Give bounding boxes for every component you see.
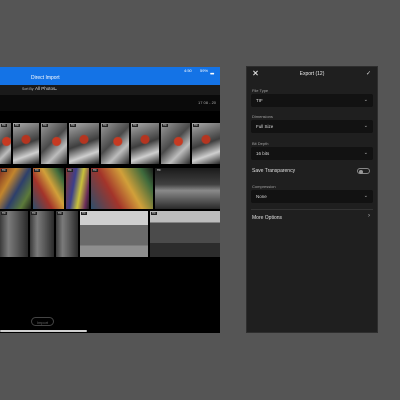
file-type-value: TIF <box>256 98 263 103</box>
dimensions-label: Dimensions <box>252 114 273 119</box>
photo-thumbnail[interactable]: TIF <box>91 168 153 209</box>
file-type-label: File Type <box>252 88 269 93</box>
file-type-badge: TIF <box>151 212 157 215</box>
bit-depth-value: 16 bits <box>256 151 270 156</box>
photo-thumbnail[interactable]: TIF <box>41 123 67 164</box>
direct-import-title: Direct Import <box>31 75 60 81</box>
chevron-right-icon[interactable]: › <box>368 213 370 219</box>
photo-thumbnail[interactable]: TIF <box>155 168 220 209</box>
photo-thumbnail[interactable]: TIF <box>13 123 39 164</box>
file-type-badge: TIF <box>102 124 108 127</box>
file-type-badge: TIF <box>1 169 7 172</box>
photo-thumbnail[interactable]: TIF <box>33 168 64 209</box>
toggle-knob <box>359 169 363 174</box>
photo-thumbnail[interactable]: TIF <box>150 211 220 257</box>
check-icon[interactable]: ✓ <box>366 70 371 77</box>
bit-depth-label: Bit Depth <box>252 141 269 146</box>
export-panel: Export (12) ✓ File Type TIF ⌄ Dimensions… <box>246 66 378 333</box>
date-group-label: 17 08 - 20 <box>198 100 217 105</box>
export-header: Export (12) ✓ <box>247 67 377 83</box>
photo-thumbnail[interactable]: TIF <box>0 211 28 257</box>
compression-value: None <box>256 194 267 199</box>
file-type-badge: TIF <box>1 124 7 127</box>
export-title: Export (12) <box>299 71 325 77</box>
photo-thumbnail[interactable]: TIF <box>192 123 220 164</box>
chevron-down-icon: ⌄ <box>363 123 368 129</box>
file-type-badge: TIF <box>92 169 98 172</box>
import-button[interactable]: Import <box>31 317 54 326</box>
chevron-down-icon: ⌄ <box>363 97 368 103</box>
photo-thumbnail[interactable]: TIF <box>0 123 11 164</box>
tablet-screen: Direct Import 4:50 59% ••• Sort By All P… <box>0 67 220 333</box>
file-type-badge: TIF <box>162 124 168 127</box>
dimensions-value: Full Size <box>256 124 274 129</box>
filter-label: Sort By <box>22 87 34 91</box>
file-type-badge: TIF <box>156 169 162 172</box>
photo-thumbnail[interactable]: TIF <box>131 123 159 164</box>
photo-thumbnail[interactable]: TIF <box>30 211 54 257</box>
file-type-badge: TIF <box>1 212 7 215</box>
file-type-badge: TIF <box>67 169 73 172</box>
file-type-select[interactable]: TIF ⌄ <box>251 94 373 107</box>
compression-select[interactable]: None ⌄ <box>251 190 373 203</box>
save-transparency-toggle[interactable] <box>357 168 370 174</box>
more-options-link[interactable]: More Options <box>252 215 282 221</box>
file-type-badge: TIF <box>31 212 37 215</box>
app-header-bar: Direct Import 4:50 59% ••• <box>0 67 220 85</box>
photo-grid: TIF TIF TIF TIF TIF TIF TIF TIF TIF TIF … <box>0 123 220 259</box>
more-horizontal-icon[interactable]: ••• <box>210 72 214 78</box>
filter-dropdown[interactable]: All Photos <box>35 86 55 91</box>
divider <box>251 209 373 210</box>
status-time: 4:50 <box>184 68 192 73</box>
file-type-badge: TIF <box>14 124 20 127</box>
photo-thumbnail[interactable]: TIF <box>66 168 89 209</box>
photo-thumbnail[interactable]: TIF <box>0 168 31 209</box>
file-type-badge: TIF <box>81 212 87 215</box>
bit-depth-select[interactable]: 16 bits ⌄ <box>251 147 373 160</box>
compression-label: Compression <box>252 184 276 189</box>
chevron-down-icon: ⌄ <box>363 150 368 156</box>
chevron-down-icon[interactable]: ⌄ <box>54 86 58 92</box>
photo-thumbnail[interactable]: TIF <box>80 211 148 257</box>
photo-thumbnail[interactable]: TIF <box>161 123 190 164</box>
file-type-badge: TIF <box>70 124 76 127</box>
chevron-down-icon: ⌄ <box>363 193 368 199</box>
date-group-header: 17 08 - 20 <box>0 95 220 111</box>
file-type-badge: TIF <box>42 124 48 127</box>
photo-thumbnail[interactable]: TIF <box>56 211 78 257</box>
photo-thumbnail[interactable]: TIF <box>69 123 99 164</box>
file-type-badge: TIF <box>57 212 63 215</box>
file-type-badge: TIF <box>132 124 138 127</box>
dimensions-select[interactable]: Full Size ⌄ <box>251 120 373 133</box>
filter-bar: Sort By All Photos ⌄ <box>0 85 220 95</box>
file-type-badge: TIF <box>34 169 40 172</box>
home-indicator <box>0 330 87 332</box>
file-type-badge: TIF <box>193 124 199 127</box>
save-transparency-label: Save Transparency <box>252 168 296 174</box>
photo-thumbnail[interactable]: TIF <box>101 123 129 164</box>
status-battery: 59% <box>200 68 209 73</box>
